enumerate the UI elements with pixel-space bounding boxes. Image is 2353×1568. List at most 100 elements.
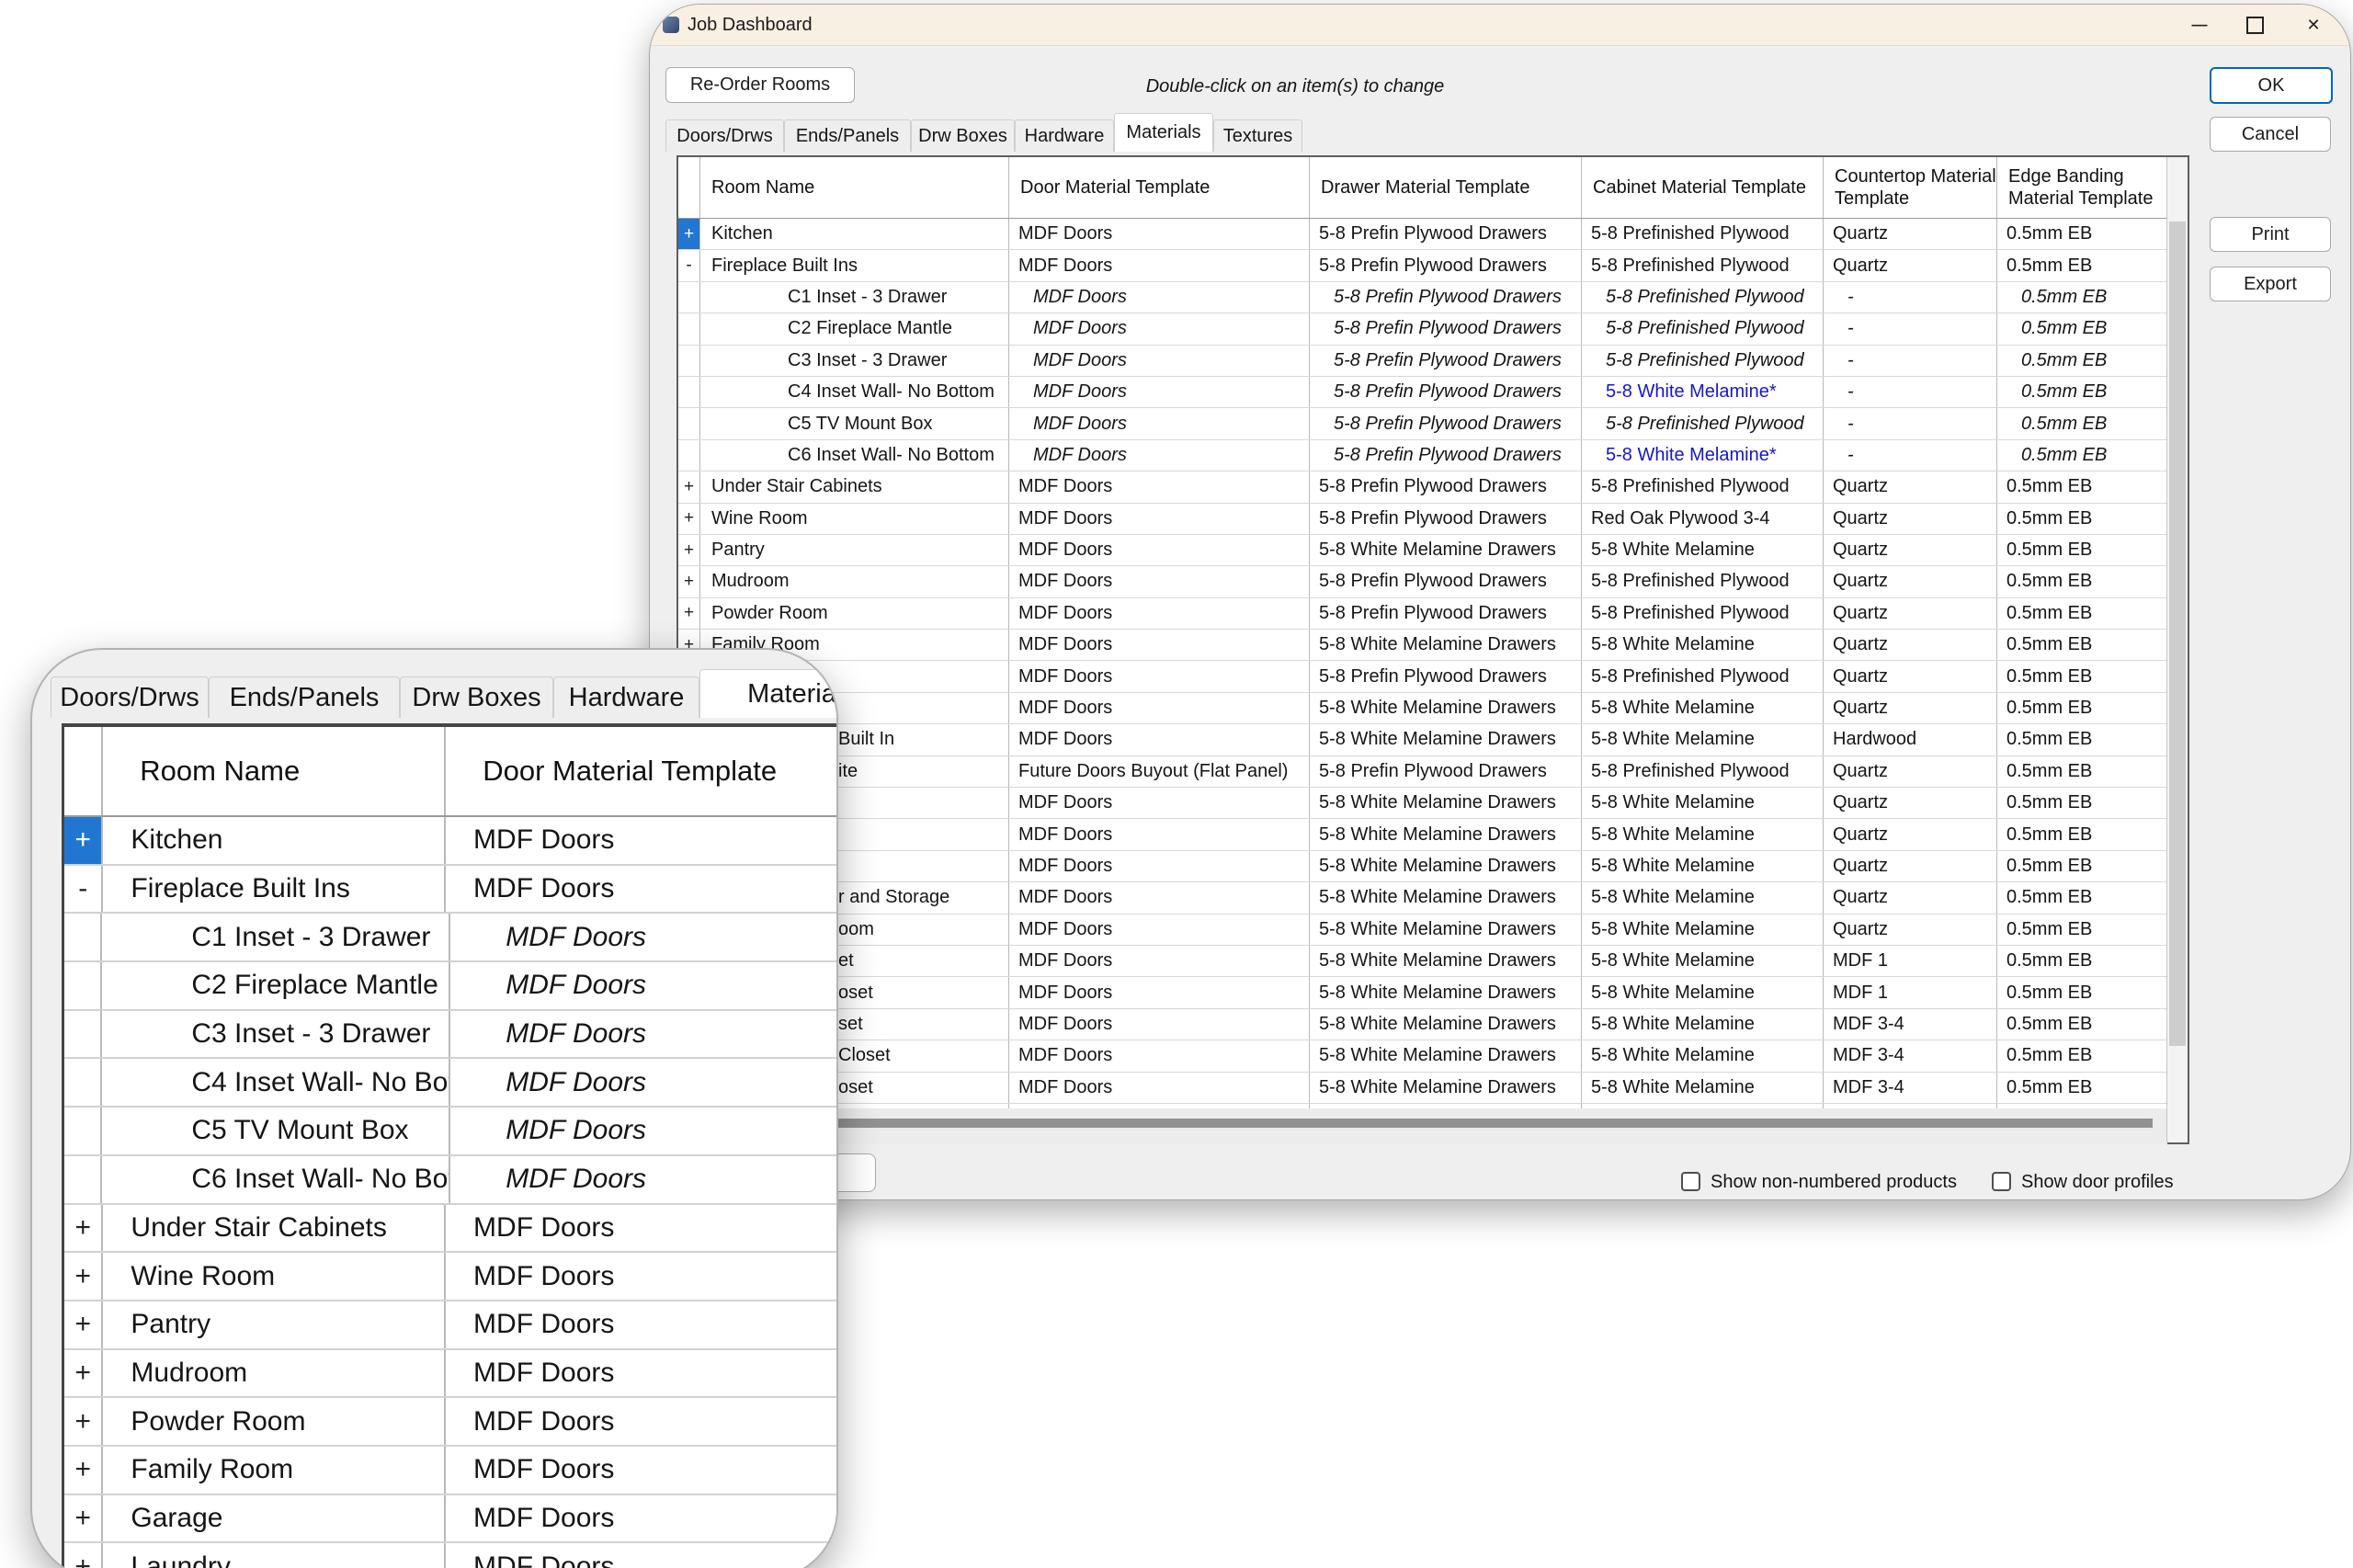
cell-door[interactable]: MDF Doors (1009, 250, 1310, 280)
cell-cabinet[interactable]: 5-8 Prefinished Plywood (1582, 219, 1824, 249)
cell-countertop[interactable]: Hardwood (1824, 724, 1997, 755)
cell-edge[interactable]: 0.5mm EB (1997, 219, 2167, 249)
cell-countertop[interactable]: Quartz (1824, 882, 1997, 913)
row-expander[interactable]: + (64, 1205, 103, 1252)
cell-room-name[interactable]: C5 TV Mount Box (102, 1108, 450, 1154)
cell-door[interactable]: MDF Doors (446, 1447, 838, 1494)
export-button[interactable]: Export (2210, 267, 2331, 301)
cell-countertop[interactable]: MDF 3-4 (1824, 1073, 1997, 1103)
cell-edge[interactable]: 0.5mm EB (1997, 598, 2167, 629)
cell-countertop[interactable]: Quartz (1824, 598, 1997, 629)
cell-countertop[interactable]: - (1824, 440, 1997, 471)
cell-edge[interactable]: 0.5mm EB (1997, 1009, 2167, 1040)
cell-edge[interactable]: 0.5mm EB (1997, 1073, 2167, 1103)
cell-cabinet[interactable]: 5-8 White Melamine (1582, 946, 1824, 976)
cell-cabinet[interactable]: 5-8 White Melamine (1582, 882, 1824, 913)
cell-edge[interactable]: 0.5mm EB (1997, 882, 2167, 913)
cell-cabinet[interactable]: 5-8 White Melamine (1582, 724, 1824, 755)
tab-doors-drws[interactable]: Doors/Drws (51, 676, 209, 718)
cell-room-name[interactable]: Powder Room (700, 598, 1009, 629)
cell-drawer[interactable]: 5-8 White Melamine Drawers (1310, 630, 1582, 660)
cell-cabinet[interactable]: 5-8 White Melamine (1582, 535, 1824, 565)
cell-door[interactable]: MDF Doors (450, 1108, 838, 1154)
cell-drawer[interactable]: 5-8 White Melamine Drawers (1310, 946, 1582, 976)
row-expander[interactable] (678, 282, 700, 312)
cell-countertop[interactable]: - (1824, 346, 1997, 376)
cell-cabinet[interactable]: 5-8 White Melamine (1582, 788, 1824, 818)
cell-drawer[interactable]: 5-8 White Melamine Drawers (1310, 882, 1582, 913)
cell-countertop[interactable]: Quartz (1824, 219, 1997, 249)
cell-countertop[interactable]: Quartz (1824, 661, 1997, 691)
cell-drawer[interactable]: 5-8 Prefin Plywood Drawers (1310, 219, 1582, 249)
tab-materials[interactable]: Materials (1114, 113, 1213, 152)
cell-edge[interactable]: 0.5mm EB (1997, 756, 2167, 787)
cell-edge[interactable]: 0.5mm EB (1997, 504, 2167, 534)
cell-edge[interactable]: 0.5mm EB (1997, 282, 2167, 312)
cell-door[interactable]: MDF Doors (1009, 915, 1310, 945)
cell-room-name[interactable]: Powder Room (103, 1398, 446, 1445)
row-expander[interactable]: + (64, 1253, 103, 1300)
tab-ends-panels[interactable]: Ends/Panels (784, 119, 911, 152)
cell-edge[interactable]: 0.5mm EB (1997, 250, 2167, 280)
cell-cabinet[interactable]: 5-8 White Melamine (1582, 819, 1824, 849)
cell-edge[interactable]: 0.5mm EB (1997, 724, 2167, 755)
row-expander[interactable] (64, 962, 102, 1009)
cell-drawer[interactable]: 5-8 White Melamine Drawers (1310, 1073, 1582, 1103)
cell-drawer[interactable]: 5-8 White Melamine Drawers (1310, 977, 1582, 1007)
cell-cabinet[interactable]: 5-8 White Melamine (1582, 977, 1824, 1007)
cell-room-name[interactable]: C6 Inset Wall- No Bottom (102, 1156, 450, 1203)
cell-room-name[interactable]: Under Stair Cabinets (700, 472, 1009, 502)
cell-edge[interactable]: 0.5mm EB (1997, 693, 2167, 723)
cell-edge[interactable]: 0.5mm EB (1997, 566, 2167, 597)
cell-door[interactable]: MDF Doors (450, 1059, 838, 1106)
cell-door[interactable]: MDF Doors (1009, 724, 1310, 755)
cell-room-name[interactable]: Fireplace Built Ins (103, 866, 446, 913)
cell-drawer[interactable]: 5-8 White Melamine Drawers (1310, 915, 1582, 945)
cell-countertop[interactable]: MDF 1 (1824, 977, 1997, 1007)
cell-room-name[interactable]: C4 Inset Wall- No Bottom (102, 1059, 450, 1106)
cell-cabinet[interactable]: 5-8 White Melamine* (1582, 377, 1824, 407)
cell-cabinet[interactable]: 5-8 Prefinished Plywood (1582, 250, 1824, 280)
cell-room-name[interactable]: C4 Inset Wall- No Bottom (700, 377, 1009, 407)
cell-door[interactable]: MDF Doors (1009, 693, 1310, 723)
cell-room-name[interactable]: C2 Fireplace Mantle (700, 313, 1009, 344)
cell-door[interactable]: MDF Doors (1009, 1009, 1310, 1040)
cell-door[interactable]: MDF Doors (1009, 408, 1310, 438)
cell-countertop[interactable]: MDF 3-4 (1824, 1009, 1997, 1040)
cell-room-name[interactable]: Mudroom (103, 1350, 446, 1397)
cell-door[interactable]: MDF Doors (446, 817, 838, 864)
cell-door[interactable]: MDF Doors (1009, 1073, 1310, 1103)
ok-button[interactable]: OK (2210, 67, 2333, 104)
cell-edge[interactable]: 0.5mm EB (1997, 915, 2167, 945)
cell-door[interactable]: MDF Doors (1009, 472, 1310, 502)
cell-door[interactable]: MDF Doors (450, 914, 838, 960)
row-expander[interactable] (64, 914, 102, 960)
cell-countertop[interactable]: MDF 1 (1824, 946, 1997, 976)
cell-room-name[interactable]: C5 TV Mount Box (700, 408, 1009, 438)
row-expander[interactable] (678, 408, 700, 438)
cell-countertop[interactable]: Quartz (1824, 630, 1997, 660)
cell-edge[interactable]: 0.5mm EB (1997, 819, 2167, 849)
cell-room-name[interactable]: Fireplace Built Ins (700, 250, 1009, 280)
cell-cabinet[interactable]: 5-8 Prefinished Plywood (1582, 346, 1824, 376)
row-expander[interactable]: + (678, 504, 700, 534)
row-expander[interactable]: + (678, 472, 700, 502)
titlebar[interactable]: Job Dashboard (650, 5, 2350, 46)
row-expander[interactable]: + (678, 598, 700, 629)
cell-door[interactable]: MDF Doors (446, 1350, 838, 1397)
cell-drawer[interactable]: 5-8 Prefin Plywood Drawers (1310, 408, 1582, 438)
cell-room-name[interactable]: Pantry (700, 535, 1009, 565)
cell-door[interactable]: MDF Doors (1009, 282, 1310, 312)
cell-drawer[interactable]: 5-8 Prefin Plywood Drawers (1310, 661, 1582, 691)
cell-door[interactable]: MDF Doors (1009, 1040, 1310, 1071)
print-button[interactable]: Print (2210, 217, 2331, 252)
cell-edge[interactable]: 0.5mm EB (1997, 408, 2167, 438)
cell-countertop[interactable]: Quartz (1824, 851, 1997, 881)
row-expander[interactable] (678, 440, 700, 471)
cell-door[interactable]: MDF Doors (1009, 313, 1310, 344)
row-expander[interactable]: - (678, 250, 700, 280)
cell-cabinet[interactable]: 5-8 Prefinished Plywood (1582, 661, 1824, 691)
cell-door[interactable]: MDF Doors (446, 1495, 838, 1542)
cell-room-name[interactable]: Mudroom (700, 566, 1009, 597)
cell-cabinet[interactable]: 5-8 White Melamine (1582, 1009, 1824, 1040)
